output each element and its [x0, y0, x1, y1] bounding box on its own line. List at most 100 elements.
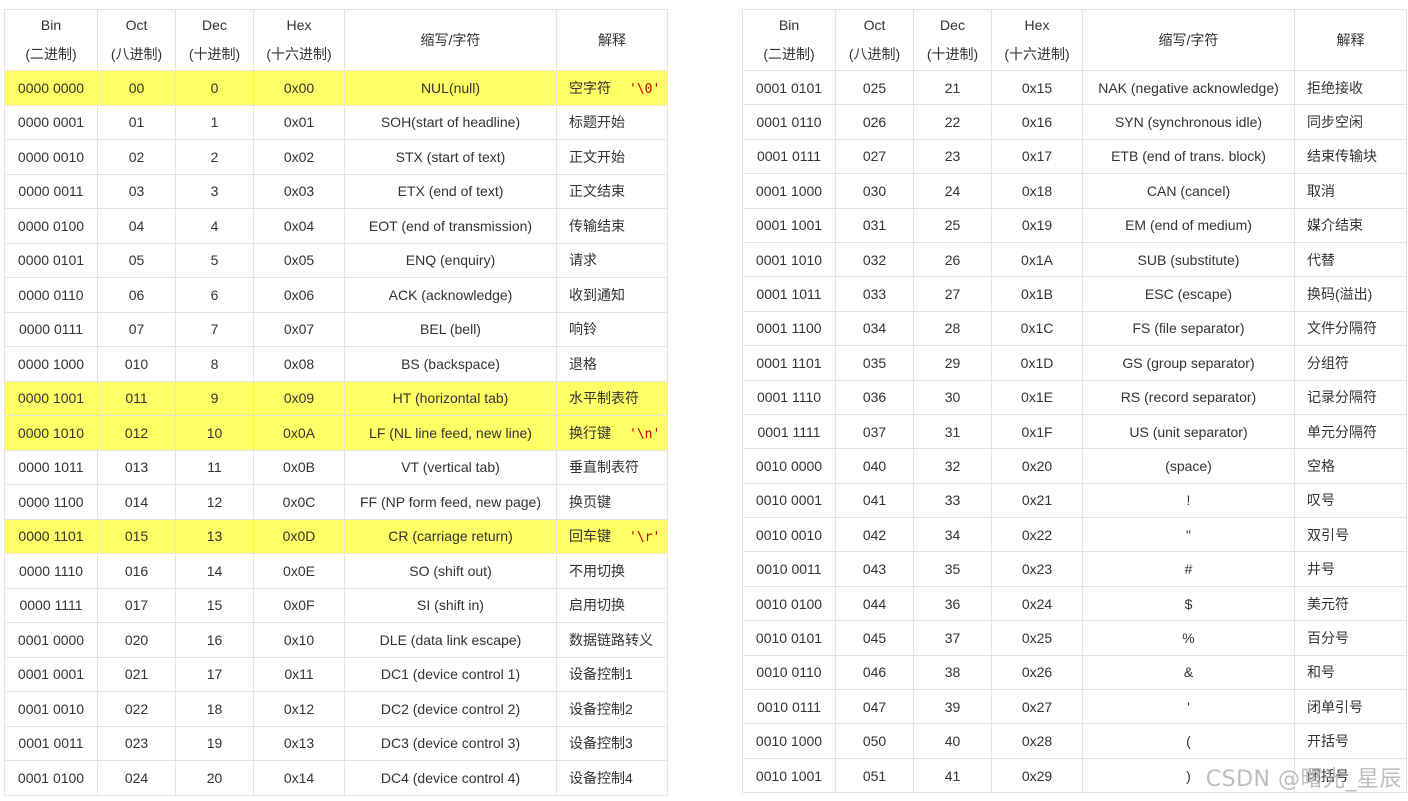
cell-oct: 012	[97, 415, 176, 451]
cell-expl: 和号	[1294, 654, 1407, 691]
cell-expl: 设备控制3	[556, 725, 668, 761]
cell-hex: 0x05	[253, 242, 345, 278]
cell-hex: 0x16	[991, 104, 1083, 140]
cell-oct: 011	[97, 380, 176, 416]
header-row: Bin (二进制) Oct (八进制) Dec (十进制) Hex (十六进制) 缩写/…	[742, 9, 1407, 71]
cell-dec: 7	[175, 311, 254, 347]
cell-bin: 0000 0111	[4, 311, 98, 347]
cell-bin: 0000 0101	[4, 242, 98, 278]
cell-expl: 水平制表符	[556, 380, 668, 416]
cell-dec: 32	[913, 448, 992, 484]
cell-bin: 0001 1010	[742, 241, 836, 278]
explanation-text: 正文开始	[569, 148, 625, 165]
table-row: 0000 1111 017 15 0x0F SI (shift in) 启用切换	[4, 587, 668, 623]
explanation-text: 响铃	[569, 321, 597, 338]
cell-dec: 2	[175, 139, 254, 175]
cell-oct: 00	[97, 70, 176, 106]
cell-dec: 3	[175, 173, 254, 209]
cell-dec: 10	[175, 415, 254, 451]
cell-hex: 0x0A	[253, 415, 345, 451]
cell-abbr: SUB (substitute)	[1082, 241, 1295, 278]
cell-expl: 媒介结束	[1294, 207, 1407, 243]
cell-bin: 0001 0111	[742, 138, 836, 175]
table-row: 0001 0001 021 17 0x11 DC1 (device control 1)…	[4, 656, 668, 692]
cell-expl: 记录分隔符	[1294, 379, 1407, 415]
cell-dec: 27	[913, 276, 992, 312]
cell-dec: 23	[913, 138, 992, 175]
cell-bin: 0010 0011	[742, 551, 836, 587]
table-row: 0010 0110 046 38 0x26 & 和号	[742, 654, 1407, 691]
explanation-text: 换页键	[569, 493, 611, 510]
cell-bin: 0000 0011	[4, 173, 98, 209]
cell-expl: 开括号	[1294, 723, 1407, 759]
cell-expl: 设备控制1	[556, 656, 668, 692]
header-expl: 解释	[1294, 9, 1407, 71]
table-row: 0000 1100 014 12 0x0C FF (NP form feed, new …	[4, 484, 668, 520]
cell-abbr: NUL(null)	[344, 70, 557, 106]
cell-bin: 0001 1011	[742, 276, 836, 312]
cell-oct: 022	[97, 691, 176, 727]
cell-oct: 03	[97, 173, 176, 209]
cell-bin: 0000 1010	[4, 415, 98, 451]
cell-dec: 4	[175, 208, 254, 244]
cell-expl: 数据链路转义	[556, 622, 668, 658]
cell-bin: 0001 1100	[742, 310, 836, 347]
cell-hex: 0x25	[991, 620, 1083, 656]
cell-abbr: ETB (end of trans. block)	[1082, 138, 1295, 175]
escape-sequence: '\0'	[629, 81, 661, 97]
cell-hex: 0x1A	[991, 241, 1083, 278]
header-dec: Dec (十进制)	[175, 9, 254, 71]
cell-expl: 传输结束	[556, 208, 668, 244]
cell-abbr: '	[1082, 689, 1295, 725]
cell-dec: 14	[175, 553, 254, 589]
cell-expl: 结束传输块	[1294, 138, 1407, 175]
cell-oct: 025	[835, 69, 914, 106]
cell-hex: 0x17	[991, 138, 1083, 175]
cell-oct: 034	[835, 310, 914, 347]
cell-dec: 11	[175, 449, 254, 485]
cell-dec: 13	[175, 518, 254, 554]
cell-bin: 0000 1100	[4, 484, 98, 520]
cell-dec: 0	[175, 70, 254, 106]
cell-abbr: DC2 (device control 2)	[344, 691, 557, 727]
explanation-text: 正文结束	[569, 183, 625, 200]
table-row: 0001 1110 036 30 0x1E RS (record separator) 记…	[742, 379, 1407, 415]
cell-oct: 04	[97, 208, 176, 244]
cell-abbr: LF (NL line feed, new line)	[344, 415, 557, 451]
cell-dec: 26	[913, 241, 992, 278]
header-bin: Bin (二进制)	[4, 9, 98, 71]
cell-hex: 0x23	[991, 551, 1083, 587]
cell-bin: 0000 1101	[4, 518, 98, 554]
cell-abbr: DC4 (device control 4)	[344, 760, 557, 796]
table-body: 0000 0000 00 0 0x00 NUL(null) 空字符 '\0' 0000 000…	[4, 70, 668, 796]
ascii-table-right: Bin (二进制) Oct (八进制) Dec (十进制) Hex (十六进制) 缩写/…	[742, 9, 1407, 794]
cell-hex: 0x0F	[253, 587, 345, 623]
cell-oct: 020	[97, 622, 176, 658]
cell-bin: 0010 0110	[742, 654, 836, 691]
cell-abbr: US (unit separator)	[1082, 413, 1295, 450]
cell-bin: 0001 0101	[742, 69, 836, 106]
cell-abbr: SYN (synchronous idle)	[1082, 104, 1295, 140]
explanation-text: 双引号	[1307, 526, 1349, 543]
table-row: 0001 0011 023 19 0x13 DC3 (device control 3)…	[4, 725, 668, 761]
cell-oct: 047	[835, 689, 914, 725]
cell-hex: 0x04	[253, 208, 345, 244]
cell-bin: 0000 1011	[4, 449, 98, 485]
cell-expl: 响铃	[556, 311, 668, 347]
cell-expl: 美元符	[1294, 585, 1407, 622]
cell-bin: 0001 1110	[742, 379, 836, 415]
cell-bin: 0001 0100	[4, 760, 98, 796]
ascii-table-left: Bin (二进制) Oct (八进制) Dec (十进制) Hex (十六进制) 缩写/…	[4, 9, 668, 796]
explanation-text: 设备控制3	[569, 735, 633, 752]
cell-expl: 文件分隔符	[1294, 310, 1407, 347]
table-row: 0001 1011 033 27 0x1B ESC (escape) 换码(溢出)	[742, 276, 1407, 312]
cell-expl: 同步空闲	[1294, 104, 1407, 140]
cell-hex: 0x10	[253, 622, 345, 658]
cell-expl: 正文开始	[556, 139, 668, 175]
table-row: 0001 1010 032 26 0x1A SUB (substitute) 代替	[742, 241, 1407, 278]
cell-dec: 31	[913, 413, 992, 450]
cell-expl: 换行键 '\n'	[556, 415, 668, 451]
header-hex: Hex (十六进制)	[253, 9, 345, 71]
cell-abbr: BS (backspace)	[344, 346, 557, 382]
cell-abbr: RS (record separator)	[1082, 379, 1295, 415]
